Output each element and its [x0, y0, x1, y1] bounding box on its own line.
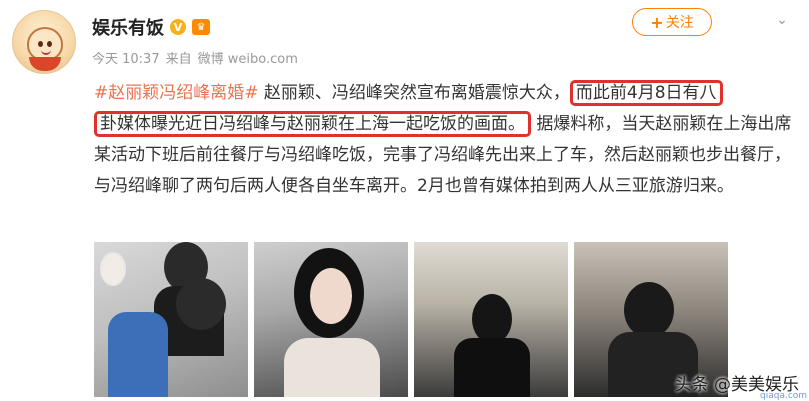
post-time[interactable]: 今天 10:37: [92, 48, 160, 67]
weibo-post-card: 娱乐有饭 V ♛ 今天 10:37 来自 微博 weibo.com + 关注 ⌄…: [0, 0, 809, 401]
highlighted-text-2: 卦媒体曝光近日冯绍峰与赵丽颖在上海一起吃饭的画面。: [94, 111, 531, 137]
post-source: 微博 weibo.com: [197, 52, 298, 67]
post-text-part-1: 赵丽颖、冯绍峰突然宣布离婚震惊大众，: [258, 83, 570, 103]
avatar-face-graphic: [27, 27, 63, 61]
photo-2[interactable]: [254, 242, 408, 397]
name-row: 娱乐有饭 V ♛: [92, 14, 210, 40]
photo-grid: [94, 242, 728, 397]
avatar[interactable]: [12, 10, 76, 74]
chevron-down-icon[interactable]: ⌄: [770, 10, 794, 30]
source-prefix: 来自: [165, 52, 192, 67]
photo-3[interactable]: [414, 242, 568, 397]
follow-label: 关注: [665, 15, 694, 31]
verified-icon: V: [170, 19, 186, 35]
post-text: #赵丽颖冯绍峰离婚# 赵丽颖、冯绍峰突然宣布离婚震惊大众， 而此前4月8日有八卦媒…: [94, 78, 794, 202]
hashtag-link[interactable]: #赵丽颖冯绍峰离婚#: [94, 83, 259, 103]
follow-button[interactable]: + 关注: [632, 8, 712, 36]
post-meta: 今天 10:37 来自 微博 weibo.com: [92, 48, 298, 67]
plus-icon: +: [650, 12, 664, 32]
highlighted-text-1: 而此前4月8日有八: [569, 80, 723, 106]
watermark-url: qiaqa.com: [760, 391, 808, 401]
photo-1[interactable]: [94, 242, 248, 397]
member-badge-icon: ♛: [192, 19, 210, 35]
username[interactable]: 娱乐有饭: [92, 14, 164, 40]
avatar-bowl-graphic: [29, 57, 61, 71]
